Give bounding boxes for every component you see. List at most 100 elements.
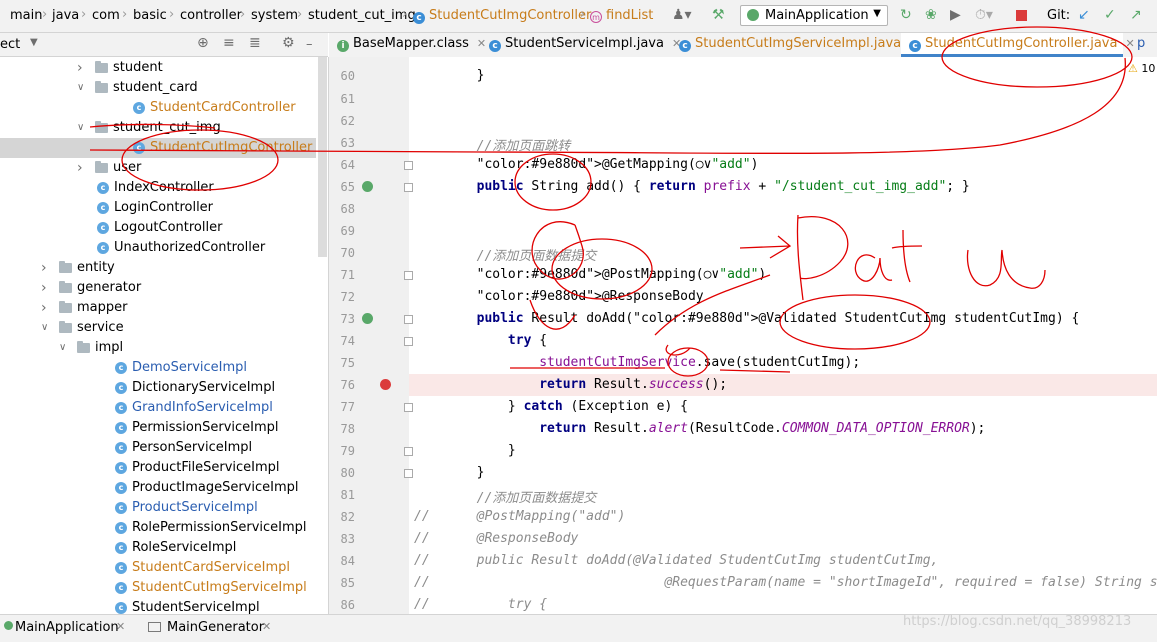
tab-studentcutimgcontroller[interactable]: c StudentCutImgController.java ✕ — [901, 33, 1135, 57]
git-commit-icon[interactable]: ✓ — [1104, 7, 1116, 23]
run-config-select[interactable]: MainApplication ▼ — [740, 5, 888, 26]
chevron-right-icon[interactable]: › — [77, 58, 83, 78]
tree-class[interactable]: c StudentServiceImpl — [0, 598, 316, 614]
fold-marker-icon[interactable] — [404, 403, 413, 412]
chevron-down-icon[interactable]: ∨ — [77, 118, 84, 138]
code-line[interactable]: public Result doAdd("color:#9e880d">@Val… — [414, 311, 1080, 326]
run-tab-mainapplication[interactable]: MainApplication — [15, 620, 119, 635]
tree-class[interactable]: c DemoServiceImpl — [0, 358, 316, 378]
chevron-down-icon[interactable]: ∨ — [59, 338, 66, 358]
profile-icon[interactable]: ⏱▾ — [975, 7, 993, 23]
tree-class[interactable]: c UnauthorizedController — [0, 238, 316, 258]
expand-all-icon[interactable]: ≡ — [223, 35, 235, 51]
tree-class[interactable]: c ProductImageServiceImpl — [0, 478, 316, 498]
chevron-down-icon[interactable]: ▼ — [30, 37, 38, 48]
project-panel-title[interactable]: ect — [0, 37, 20, 52]
chevron-down-icon[interactable]: ∨ — [41, 318, 48, 338]
tree-class[interactable]: c StudentCutImgServiceImpl — [0, 578, 316, 598]
code-line[interactable]: // try { — [414, 597, 547, 612]
tree-class[interactable]: c StudentCardServiceImpl — [0, 558, 316, 578]
chevron-right-icon[interactable]: › — [41, 278, 47, 298]
rerun-icon[interactable]: ↻ — [900, 7, 912, 23]
close-icon[interactable]: ✕ — [116, 620, 125, 633]
chevron-right-icon[interactable]: › — [41, 298, 47, 318]
chevron-down-icon[interactable]: ∨ — [77, 78, 84, 98]
tree-scrollbar[interactable] — [318, 57, 327, 257]
tree-class[interactable]: c ProductServiceImpl — [0, 498, 316, 518]
breadcrumb-item[interactable]: system — [251, 8, 298, 23]
code-line[interactable]: "color:#9e880d">@ResponseBody — [414, 289, 704, 304]
tree-class[interactable]: c LoginController — [0, 198, 316, 218]
tree-folder[interactable]: ∨ impl — [0, 338, 316, 358]
tree-class[interactable]: c RoleServiceImpl — [0, 538, 316, 558]
chevron-right-icon[interactable]: › — [41, 258, 47, 278]
locate-icon[interactable]: ⊕ — [197, 35, 209, 51]
collapse-all-icon[interactable]: ≣ — [249, 35, 261, 51]
code-line[interactable]: return Result.alert(ResultCode.COMMON_DA… — [414, 421, 985, 436]
fold-marker-icon[interactable] — [404, 337, 413, 346]
tree-class[interactable]: c DictionaryServiceImpl — [0, 378, 316, 398]
tree-folder[interactable]: › generator — [0, 278, 316, 298]
code-line[interactable]: // public Result doAdd(@Validated Studen… — [414, 553, 938, 568]
fold-marker-icon[interactable] — [404, 447, 413, 456]
warning-indicator[interactable]: ⚠ 10 — [1128, 62, 1155, 75]
code-line[interactable]: // @PostMapping("add") — [414, 509, 625, 524]
tree-class[interactable]: c ProductFileServiceImpl — [0, 458, 316, 478]
code-line[interactable]: // @ResponseBody — [414, 531, 578, 546]
tree-class[interactable]: c GrandInfoServiceImpl — [0, 398, 316, 418]
git-update-icon[interactable]: ↙ — [1078, 7, 1090, 23]
coverage-icon[interactable]: ▶ — [950, 7, 961, 23]
code-line[interactable]: } — [414, 465, 485, 480]
code-line[interactable]: } — [414, 68, 485, 83]
tree-class[interactable]: c IndexController — [0, 178, 316, 198]
fold-marker-icon[interactable] — [404, 183, 413, 192]
build-hammer-icon[interactable]: ⚒ — [712, 7, 725, 23]
code-line[interactable]: //添加页面跳转 — [414, 135, 571, 154]
code-line[interactable]: studentCutImgService.save(studentCutImg)… — [414, 355, 860, 370]
tree-folder[interactable]: ∨ student_card — [0, 78, 316, 98]
breadcrumb-class[interactable]: c StudentCutImgController — [413, 8, 591, 24]
tree-folder[interactable]: › user — [0, 158, 316, 178]
code-line[interactable]: //添加页面数据提交 — [414, 245, 597, 264]
gear-icon[interactable]: ⚙ — [282, 35, 295, 51]
breakpoint-icon[interactable] — [380, 379, 391, 390]
tree-class[interactable]: c LogoutController — [0, 218, 316, 238]
breadcrumb-item[interactable]: java — [52, 8, 79, 23]
fold-marker-icon[interactable] — [404, 271, 413, 280]
tree-class[interactable]: c RolePermissionServiceImpl — [0, 518, 316, 538]
code-line[interactable]: try { — [414, 333, 547, 348]
tree-folder[interactable]: › entity — [0, 258, 316, 278]
code-line[interactable]: } catch (Exception e) { — [414, 399, 688, 414]
breadcrumb-item[interactable]: main — [10, 8, 42, 23]
code-line[interactable]: "color:#9e880d">@PostMapping(○∨"add") — [414, 267, 767, 282]
code-line[interactable]: // @RequestParam(name = "shortImageId", … — [414, 575, 1157, 590]
endpoint-gutter-icon[interactable] — [362, 181, 373, 192]
code-line[interactable]: } — [414, 443, 516, 458]
close-icon[interactable]: ✕ — [262, 620, 271, 633]
fold-marker-icon[interactable] — [404, 469, 413, 478]
fold-marker-icon[interactable] — [404, 161, 413, 170]
tab-studentserviceimpl[interactable]: c StudentServiceImpl.java ✕ — [481, 33, 681, 57]
tree-class[interactable]: c PersonServiceImpl — [0, 438, 316, 458]
user-icon[interactable]: ♟▾ — [672, 7, 692, 23]
code-line[interactable]: return Result.success(); — [414, 377, 727, 392]
tree-class[interactable]: c StudentCardController — [0, 98, 316, 118]
tree-folder[interactable]: ∨ service — [0, 318, 316, 338]
breadcrumb-method[interactable]: m findList — [590, 8, 653, 23]
tab-basemapper[interactable]: i BaseMapper.class ✕ — [329, 33, 486, 57]
tree-folder[interactable]: › student — [0, 58, 316, 78]
git-push-icon[interactable]: ↗ — [1130, 7, 1142, 23]
minimize-icon[interactable]: – — [306, 37, 313, 52]
breadcrumb-item[interactable]: student_cut_img — [308, 8, 416, 23]
code-line[interactable]: //添加页面数据提交 — [414, 487, 597, 506]
tree-class[interactable]: c StudentCutImgController — [0, 138, 316, 158]
code-line[interactable]: "color:#9e880d">@GetMapping(○∨"add") — [414, 157, 759, 172]
fold-marker-icon[interactable] — [404, 315, 413, 324]
run-tab-maingenerator[interactable]: MainGenerator — [167, 620, 264, 635]
tab-overflow[interactable]: p — [1129, 33, 1157, 57]
breadcrumb-item[interactable]: com — [92, 8, 120, 23]
tab-studentcutimgserviceimpl[interactable]: cStudentCutImgServiceImpl.java✕ — [671, 33, 918, 57]
breadcrumb-item[interactable]: controller — [180, 8, 242, 23]
stop-icon[interactable] — [1016, 10, 1027, 21]
chevron-right-icon[interactable]: › — [77, 158, 83, 178]
